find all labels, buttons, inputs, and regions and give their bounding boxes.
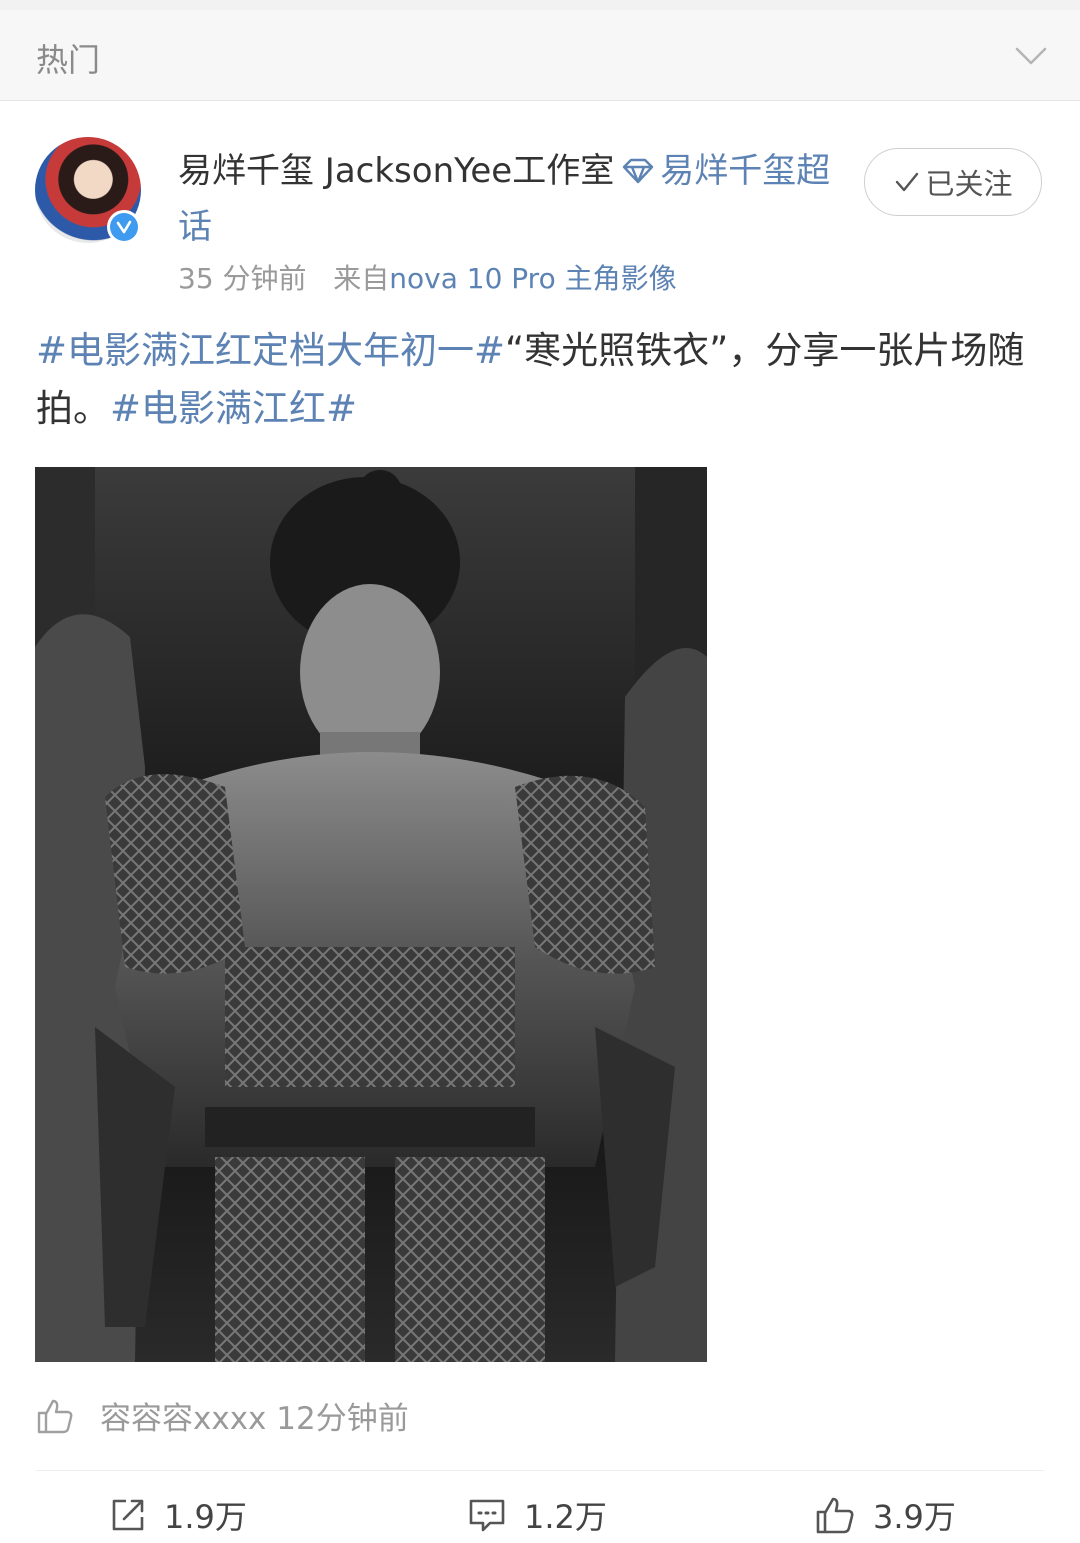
comment-count: 1.2万 (524, 1498, 607, 1536)
post-time: 35 分钟前 (178, 262, 307, 295)
follow-button[interactable]: 已关注 (864, 148, 1042, 216)
feed-header: 热门 (0, 10, 1080, 101)
liked-by-user[interactable]: 容容容xxxx (100, 1393, 266, 1438)
divider (36, 1470, 1044, 1471)
hashtag-link[interactable]: #电影满江红定档大年初一# (36, 329, 505, 372)
post-photo[interactable] (35, 467, 707, 1362)
photo-illustration (35, 467, 707, 1362)
repost-button[interactable]: 1.9万 (110, 1490, 247, 1540)
diamond-icon (623, 158, 654, 184)
repost-icon (112, 1499, 144, 1531)
author-line: 易烊千玺 JacksonYee工作室 易烊千玺超话 (178, 143, 848, 255)
comment-button[interactable]: 1.2万 (468, 1490, 607, 1540)
comment-icon (469, 1499, 505, 1532)
like-count: 3.9万 (873, 1498, 956, 1536)
follow-label: 已关注 (925, 167, 1013, 201)
thumbs-up-icon (37, 1399, 73, 1433)
checkmark-icon (896, 172, 919, 192)
liked-by-time: 12分钟前 (276, 1401, 409, 1437)
feed-title: 热门 (36, 41, 101, 79)
post-meta: 35 分钟前 来自nova 10 Pro 主角影像 (178, 257, 677, 297)
chevron-down-icon[interactable] (1014, 38, 1048, 72)
liked-by-line: 容容容xxxx 12分钟前 (36, 1393, 409, 1438)
post-text: #电影满江红定档大年初一#“寒光照铁衣”，分享一张片场随拍。#电影满江红# (36, 322, 1046, 438)
thumbs-up-icon (816, 1497, 854, 1534)
from-label: 来自 (333, 262, 390, 295)
repost-count: 1.9万 (164, 1498, 247, 1536)
device-source-link[interactable]: nova 10 Pro 主角影像 (389, 262, 676, 295)
hashtag-link[interactable]: #电影满江红# (110, 387, 357, 430)
author-name[interactable]: 易烊千玺 JacksonYee工作室 (178, 151, 614, 191)
like-button[interactable]: 3.9万 (815, 1490, 956, 1540)
verified-badge-icon (107, 210, 141, 244)
status-strip (0, 0, 1080, 10)
